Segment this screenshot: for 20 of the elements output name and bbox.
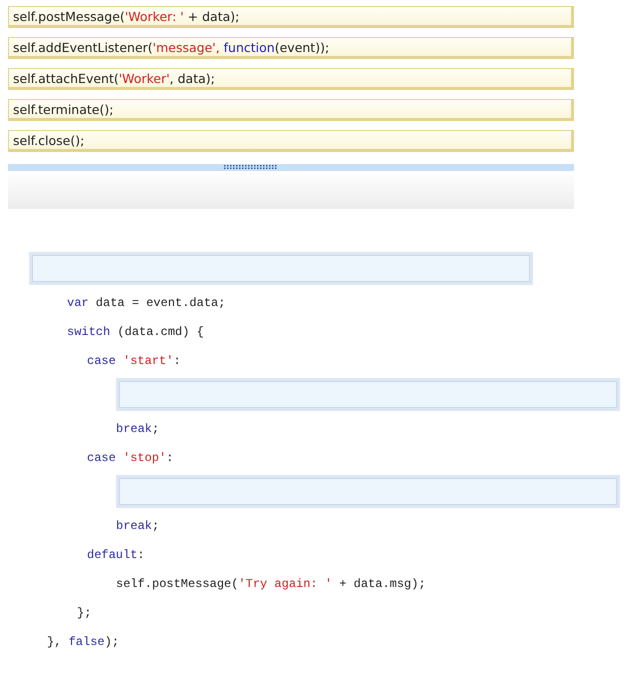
answer-tile[interactable]: self.close(); [8, 130, 574, 152]
code-line: case 'stop': [87, 451, 174, 465]
code-line: switch (data.cmd) { [67, 325, 204, 339]
answer-tile[interactable]: self.terminate(); [8, 99, 574, 121]
code-line: default: [87, 548, 145, 562]
grip-icon[interactable] [224, 165, 278, 170]
answer-tile[interactable]: self.attachEvent('Worker', data); [8, 68, 574, 90]
code-line: break; [116, 519, 160, 533]
code-line: }; [77, 606, 92, 620]
drop-target[interactable] [116, 378, 620, 411]
drop-target[interactable] [116, 475, 620, 508]
drop-target[interactable] [29, 252, 533, 285]
code-line: }, false); [47, 635, 120, 649]
answer-tile[interactable]: self.addEventListener('message', function(event)); [8, 37, 574, 59]
code-line: break; [116, 422, 160, 436]
code-line: var data = event.data; [67, 296, 226, 310]
answer-tile[interactable]: self.postMessage('Worker: ' + data); [8, 6, 574, 28]
splitter-bar[interactable] [8, 164, 574, 171]
code-line: case 'start': [87, 354, 181, 368]
code-line: self.postMessage('Try again: ' + data.msg); [116, 577, 426, 591]
